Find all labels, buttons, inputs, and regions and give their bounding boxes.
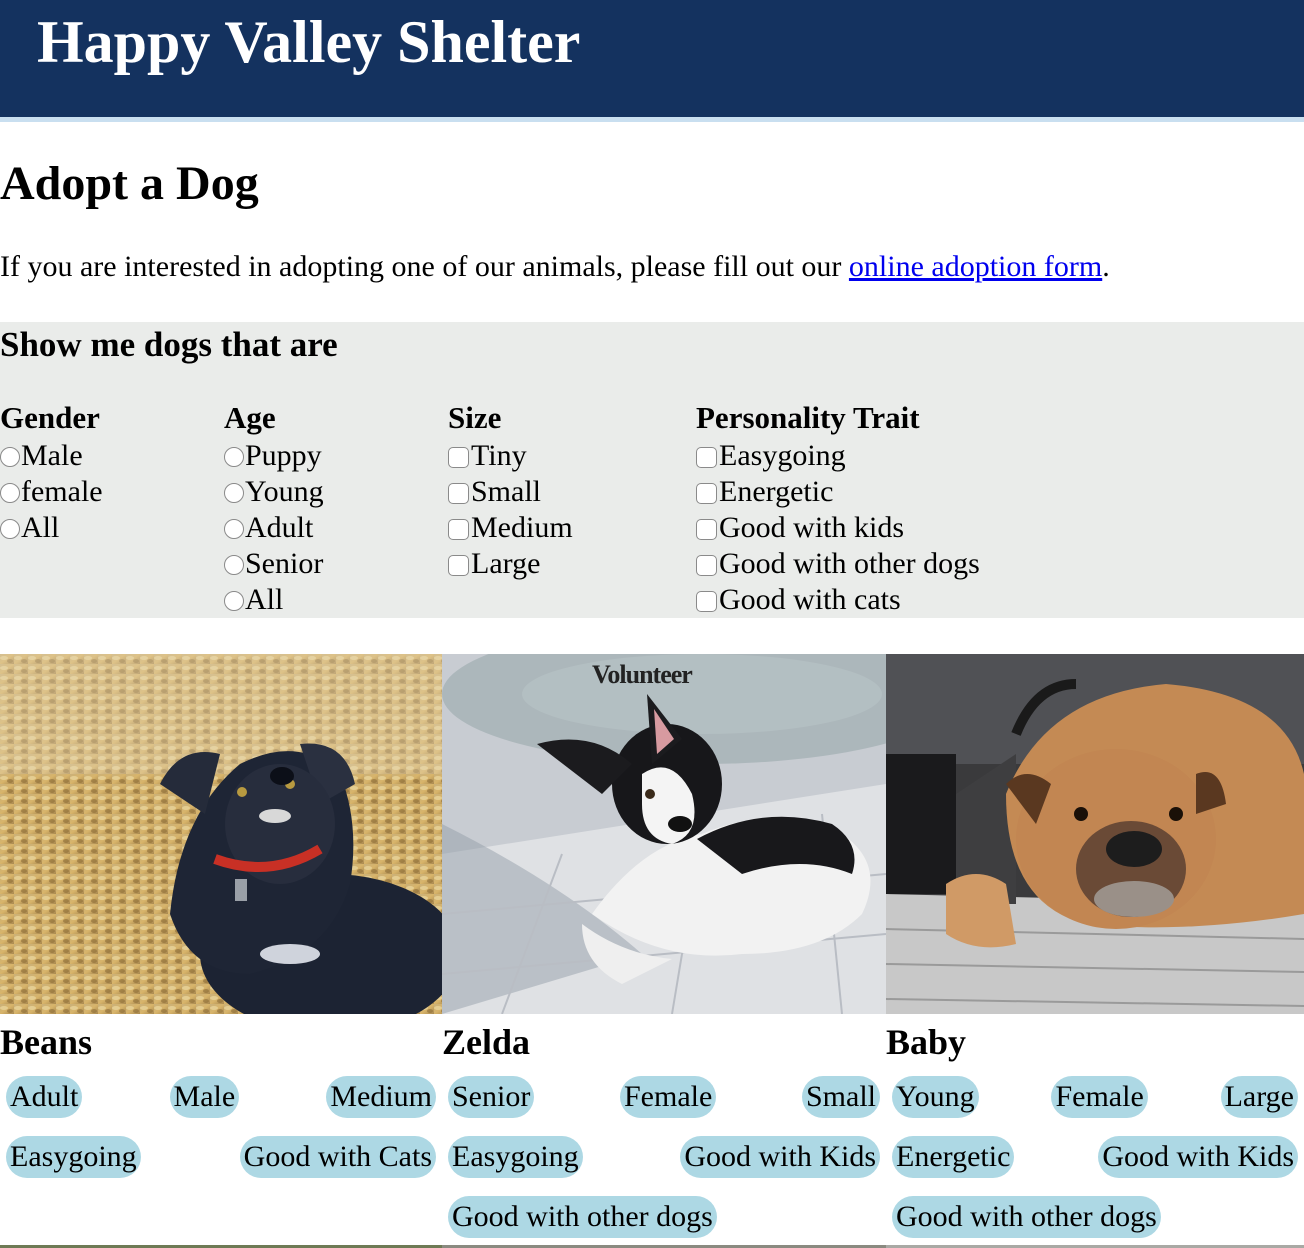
site-header: Happy Valley Shelter [0, 0, 1304, 122]
radio-button[interactable] [0, 483, 20, 503]
size-option-tiny[interactable]: Tiny [448, 438, 573, 474]
radio-button[interactable] [224, 519, 244, 539]
checkbox[interactable] [696, 554, 717, 576]
size-filter: Size Tiny Small Medium Large [448, 402, 573, 582]
intro-text: If you are interested in adopting one of… [0, 250, 1110, 285]
size-option-medium[interactable]: Medium [448, 510, 573, 546]
age-filter: Age Puppy Young Adult Senior All [224, 402, 324, 618]
dog-card-baby[interactable]: Baby Young Female Large Energetic Good w… [886, 654, 1304, 1248]
age-option-puppy[interactable]: Puppy [224, 438, 324, 474]
dog-name: Zelda [442, 1022, 531, 1062]
radio-button[interactable] [224, 591, 244, 611]
gender-option-female[interactable]: female [0, 474, 103, 510]
trait-option-good-with-kids[interactable]: Good with kids [696, 510, 980, 546]
tag-gender: Male [169, 1076, 240, 1118]
tag-age: Young [892, 1076, 979, 1118]
checkbox[interactable] [448, 446, 469, 468]
tag-trait: Good with Cats [239, 1136, 436, 1178]
checkbox[interactable] [696, 518, 717, 540]
checkbox[interactable] [696, 482, 717, 504]
age-option-senior[interactable]: Senior [224, 546, 324, 582]
trait-option-easygoing[interactable]: Easygoing [696, 438, 980, 474]
personality-filter: Personality Trait Easygoing Energetic Go… [696, 402, 980, 618]
tag-trait: Good with other dogs [892, 1196, 1161, 1238]
filter-panel: Show me dogs that are Gender Male female… [0, 322, 1304, 618]
tag-row: Young Female Large [892, 1076, 1298, 1118]
checkbox[interactable] [448, 554, 469, 576]
dog-photo-beans [0, 654, 442, 1014]
dog-card-zelda[interactable]: Volunteer Zelda Senior Female Small Easy… [442, 654, 886, 1248]
tag-row: Adult Male Medium [6, 1076, 436, 1118]
radio-button[interactable] [224, 447, 244, 467]
gender-title: Gender [0, 400, 100, 435]
tag-row: Easygoing Good with Cats [6, 1136, 436, 1178]
tag-trait: Energetic [892, 1136, 1015, 1178]
radio-button[interactable] [224, 555, 244, 575]
tag-trait: Good with Kids [680, 1136, 880, 1178]
intro-prefix: If you are interested in adopting one of… [0, 250, 849, 283]
tag-trait: Good with Kids [1098, 1136, 1298, 1178]
tag-size: Large [1220, 1076, 1298, 1118]
dog-photo-zelda: Volunteer [442, 654, 886, 1014]
size-option-large[interactable]: Large [448, 546, 573, 582]
dog-photo-baby [886, 654, 1304, 1014]
checkbox[interactable] [696, 590, 717, 612]
size-option-small[interactable]: Small [448, 474, 573, 510]
personality-title: Personality Trait [696, 400, 920, 435]
tag-row: Senior Female Small [448, 1076, 880, 1118]
radio-button[interactable] [0, 519, 20, 539]
checkbox[interactable] [448, 518, 469, 540]
dog-name: Beans [0, 1022, 93, 1062]
trait-option-good-with-other-dogs[interactable]: Good with other dogs [696, 546, 980, 582]
adoption-form-link[interactable]: online adoption form [849, 250, 1102, 283]
size-title: Size [448, 400, 502, 435]
tag-trait: Good with other dogs [448, 1196, 717, 1238]
gender-filter: Gender Male female All [0, 402, 103, 546]
gender-option-male[interactable]: Male [0, 438, 103, 474]
tag-age: Adult [6, 1076, 83, 1118]
tag-row: Good with other dogs [892, 1196, 1298, 1238]
tag-gender: Female [620, 1076, 717, 1118]
tag-gender: Female [1051, 1076, 1148, 1118]
tag-trait: Easygoing [448, 1136, 583, 1178]
trait-option-energetic[interactable]: Energetic [696, 474, 980, 510]
tag-row: Good with other dogs [448, 1196, 880, 1238]
intro-suffix: . [1102, 250, 1110, 283]
age-option-adult[interactable]: Adult [224, 510, 324, 546]
checkbox[interactable] [696, 446, 717, 468]
checkbox[interactable] [448, 482, 469, 504]
radio-button[interactable] [0, 447, 20, 467]
page-title: Adopt a Dog [0, 157, 259, 210]
tag-size: Medium [326, 1076, 436, 1118]
site-title: Happy Valley Shelter [37, 9, 581, 75]
radio-button[interactable] [224, 483, 244, 503]
tag-trait: Easygoing [6, 1136, 141, 1178]
dog-card-beans[interactable]: Beans Adult Male Medium Easygoing Good w… [0, 654, 442, 1248]
tag-age: Senior [448, 1076, 535, 1118]
dog-name: Baby [886, 1022, 967, 1062]
age-option-young[interactable]: Young [224, 474, 324, 510]
age-option-all[interactable]: All [224, 582, 324, 618]
trait-option-good-with-cats[interactable]: Good with cats [696, 582, 980, 618]
tag-size: Small [801, 1076, 880, 1118]
gender-option-all[interactable]: All [0, 510, 103, 546]
volunteer-overlay: Volunteer [592, 660, 693, 689]
age-title: Age [224, 400, 276, 435]
filter-heading: Show me dogs that are [0, 325, 338, 364]
tag-row: Energetic Good with Kids [892, 1136, 1298, 1178]
tag-row: Easygoing Good with Kids [448, 1136, 880, 1178]
